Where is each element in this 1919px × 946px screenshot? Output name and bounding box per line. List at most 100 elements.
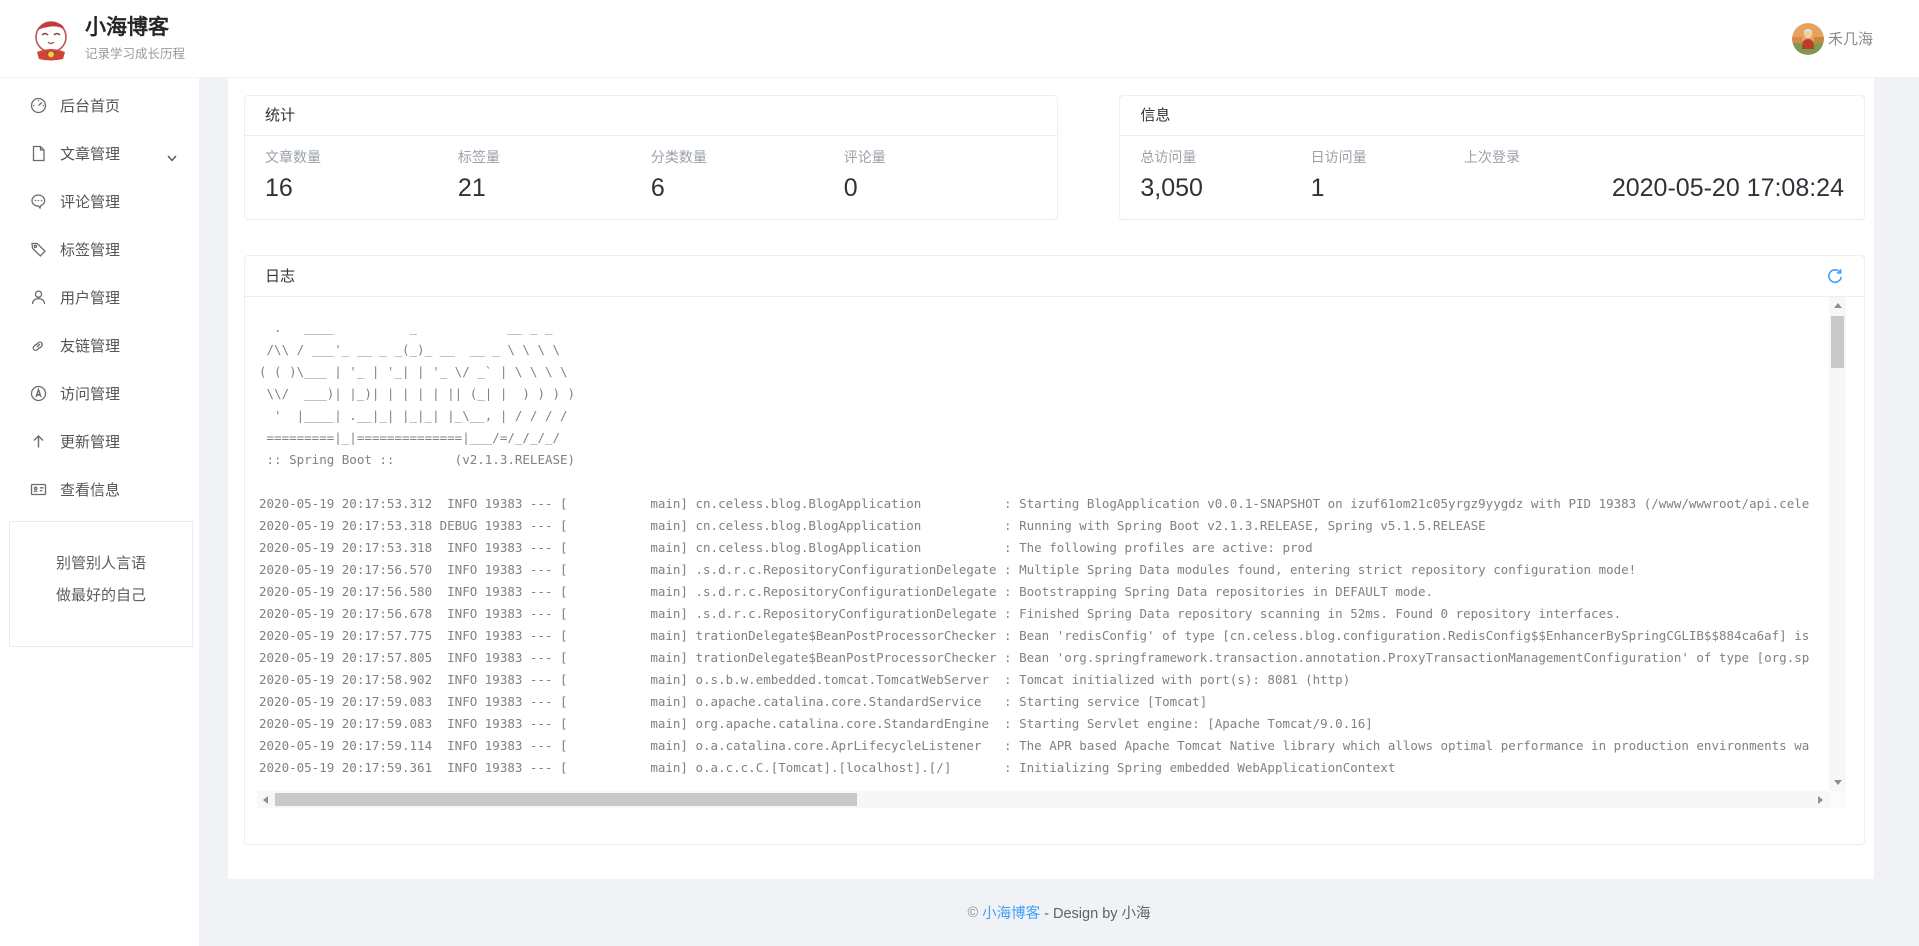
sidebar-item-dashboard[interactable]: 后台首页 [0, 81, 199, 129]
vertical-scroll-thumb[interactable] [1831, 316, 1844, 368]
sidebar-item-label: 标签管理 [60, 239, 120, 260]
stat-item: 总访问量 3,050 [1140, 147, 1310, 203]
log-line: 2020-05-19 20:17:58.902 INFO 19383 --- [… [259, 669, 1846, 691]
sidebar-item-label: 后台首页 [60, 95, 120, 116]
stats-card: 统计 文章数量 16 标签量 21 [244, 95, 1058, 220]
stat-item: 标签量 21 [458, 147, 651, 203]
scrollbar-corner [1829, 791, 1846, 808]
sidebar-item-users[interactable]: 用户管理 [0, 273, 199, 321]
scroll-left-arrow[interactable] [257, 791, 274, 808]
banner-line: \\/ ___)| |_)| | | | | || (_| | ) ) ) ) [259, 383, 1846, 405]
stat-label: 总访问量 [1140, 147, 1310, 167]
motto-line: 别管别人言语 [10, 548, 192, 580]
stat-value: 6 [651, 174, 844, 203]
banner-line: /\\ / ___'_ __ _ _(_)_ __ __ _ \ \ \ \ [259, 339, 1846, 361]
brand[interactable]: 小海博客 记录学习成长历程 [0, 16, 185, 62]
sidebar-item-view-info[interactable]: 查看信息 [0, 465, 199, 513]
sidebar-item-updates[interactable]: 更新管理 [0, 417, 199, 465]
link-icon [30, 337, 47, 354]
log-line: 2020-05-19 20:17:56.678 INFO 19383 --- [… [259, 603, 1846, 625]
refresh-icon[interactable] [1826, 267, 1844, 285]
id-card-icon [30, 481, 47, 498]
sidebar-item-label: 访问管理 [60, 383, 120, 404]
sidebar-item-comments[interactable]: 评论管理 [0, 177, 199, 225]
info-card-title: 信息 [1140, 107, 1170, 124]
main-panel: 统计 文章数量 16 标签量 21 [228, 78, 1874, 879]
stat-value: 0 [844, 174, 1037, 203]
log-text: . ____ _ __ _ _ /\\ / ___'_ __ _ _(_)_ _… [257, 297, 1846, 779]
sidebar-item-visits[interactable]: 访问管理 [0, 369, 199, 417]
scroll-down-arrow[interactable] [1829, 774, 1846, 791]
stat-label: 标签量 [458, 147, 651, 167]
banner-line: :: Spring Boot :: (v2.1.3.RELEASE) [259, 449, 1846, 471]
scroll-up-arrow[interactable] [1829, 297, 1846, 314]
dashboard-icon [30, 97, 47, 114]
compass-icon [30, 385, 47, 402]
blog-mascot-icon [28, 16, 74, 62]
sidebar-item-tags[interactable]: 标签管理 [0, 225, 199, 273]
stat-label: 分类数量 [651, 147, 844, 167]
stat-label: 评论量 [844, 147, 1037, 167]
log-line: 2020-05-19 20:17:53.318 INFO 19383 --- [… [259, 537, 1846, 559]
arrow-up-icon [30, 433, 47, 450]
footer-site-link[interactable]: 小海博客 [982, 902, 1040, 923]
log-blank-line [259, 471, 1846, 493]
stat-item: 上次登录 2020-05-20 17:08:24 [1464, 147, 1844, 203]
log-line: 2020-05-19 20:17:57.775 INFO 19383 --- [… [259, 625, 1846, 647]
stat-item: 评论量 0 [844, 147, 1037, 203]
stat-item: 分类数量 6 [651, 147, 844, 203]
sidebar-item-label: 评论管理 [60, 191, 120, 212]
site-subtitle: 记录学习成长历程 [85, 43, 185, 62]
log-line: 2020-05-19 20:17:59.083 INFO 19383 --- [… [259, 713, 1846, 735]
log-line: 2020-05-19 20:17:57.805 INFO 19383 --- [… [259, 647, 1846, 669]
log-line: 2020-05-19 20:17:59.361 INFO 19383 --- [… [259, 757, 1846, 779]
footer: © 小海博客 - Design by 小海 [199, 879, 1919, 946]
log-line: 2020-05-19 20:17:59.114 INFO 19383 --- [… [259, 735, 1846, 757]
scroll-right-arrow[interactable] [1812, 791, 1829, 808]
tag-icon [30, 241, 47, 258]
banner-line: ' |____| .__|_| |_|_| |_\__, | / / / / [259, 405, 1846, 427]
log-line: 2020-05-19 20:17:53.312 INFO 19383 --- [… [259, 493, 1846, 515]
chevron-down-icon [167, 149, 177, 166]
user-avatar[interactable] [1792, 23, 1824, 55]
stat-label: 文章数量 [265, 147, 458, 167]
log-line: 2020-05-19 20:17:53.318 DEBUG 19383 --- … [259, 515, 1846, 537]
log-console[interactable]: . ____ _ __ _ _ /\\ / ___'_ __ _ _(_)_ _… [257, 297, 1846, 808]
stat-item: 日访问量 1 [1311, 147, 1464, 203]
sidebar-item-label: 查看信息 [60, 479, 120, 500]
main-content: 统计 文章数量 16 标签量 21 [199, 78, 1919, 946]
stat-value: 16 [265, 174, 458, 203]
banner-line: =========|_|==============|___/=/_/_/_/ [259, 427, 1846, 449]
log-line: 2020-05-19 20:17:56.580 INFO 19383 --- [… [259, 581, 1846, 603]
motto-line: 做最好的自己 [10, 580, 192, 612]
copyright-symbol: © [967, 905, 978, 921]
document-icon [30, 145, 47, 162]
stats-card-title: 统计 [265, 107, 295, 124]
vertical-scrollbar[interactable] [1829, 297, 1846, 791]
sidebar: 后台首页 文章管理 评论管理 [0, 78, 199, 946]
log-card-title: 日志 [265, 268, 295, 285]
stats-card-body: 文章数量 16 标签量 21 分类数量 6 [245, 136, 1057, 203]
stat-value: 3,050 [1140, 174, 1310, 203]
comment-icon [30, 193, 47, 210]
sidebar-item-label: 友链管理 [60, 335, 120, 356]
sidebar-item-label: 更新管理 [60, 431, 120, 452]
site-title: 小海博客 [85, 16, 185, 40]
stat-label: 日访问量 [1311, 147, 1464, 167]
banner-line: ( ( )\___ | '_ | '_| | '_ \/ _` | \ \ \ … [259, 361, 1846, 383]
spring-banner: . ____ _ __ _ _ /\\ / ___'_ __ _ _(_)_ _… [259, 317, 1846, 471]
log-card: 日志 . ____ _ __ _ _ /\\ / ___' [244, 255, 1865, 845]
horizontal-scrollbar[interactable] [257, 791, 1829, 808]
sidebar-item-label: 文章管理 [60, 143, 120, 164]
horizontal-scroll-thumb[interactable] [275, 793, 857, 806]
sidebar-item-links[interactable]: 友链管理 [0, 321, 199, 369]
stat-value: 21 [458, 174, 651, 203]
stat-label: 上次登录 [1464, 147, 1844, 167]
stat-item: 文章数量 16 [265, 147, 458, 203]
app-header: 小海博客 记录学习成长历程 禾几海 [0, 0, 1919, 78]
log-line: 2020-05-19 20:17:59.083 INFO 19383 --- [… [259, 691, 1846, 713]
user-menu[interactable]: 禾几海 [1792, 23, 1919, 55]
stat-value: 2020-05-20 17:08:24 [1464, 174, 1844, 203]
user-icon [30, 289, 47, 306]
sidebar-item-articles[interactable]: 文章管理 [0, 129, 199, 177]
